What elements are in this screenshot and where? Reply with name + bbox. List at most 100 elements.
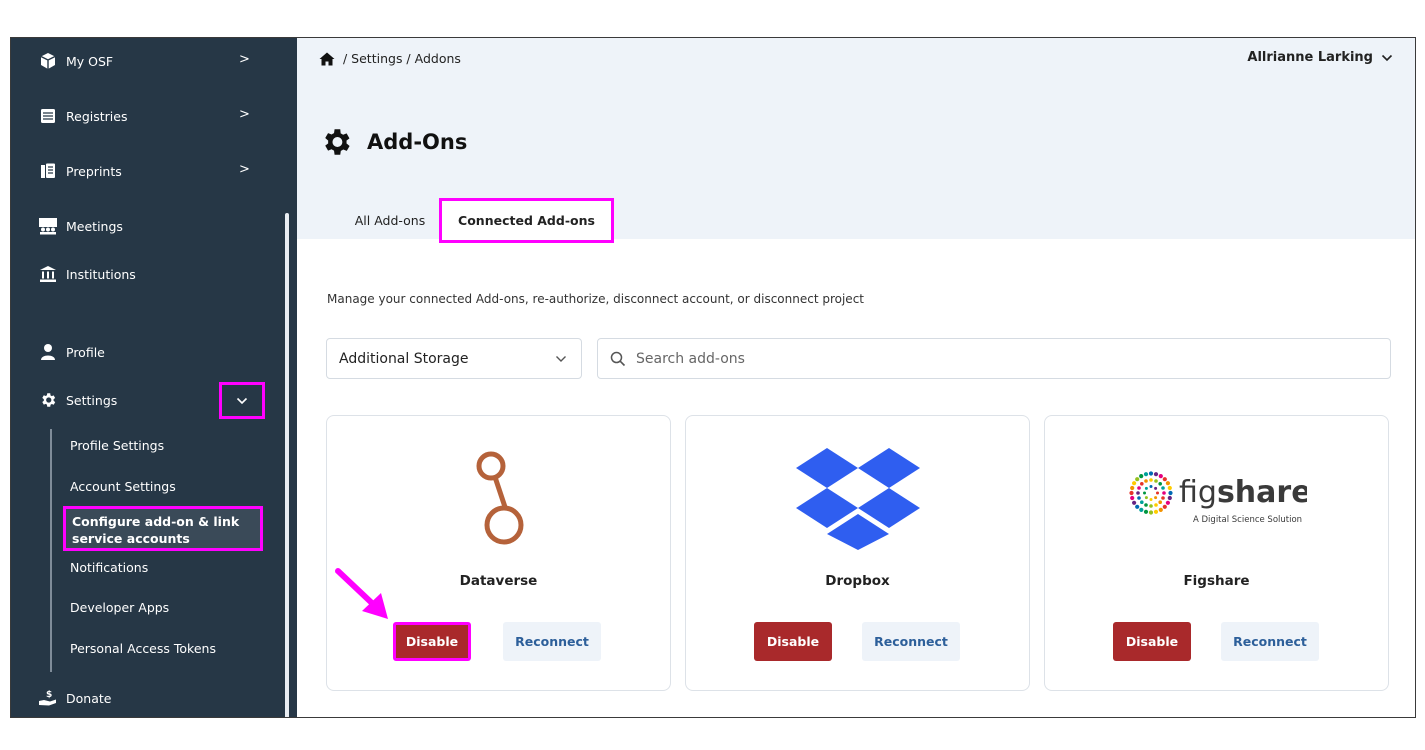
- reconnect-button[interactable]: Reconnect: [503, 622, 601, 661]
- sidebar-subitem-profile-settings[interactable]: Profile Settings: [70, 438, 164, 453]
- figshare-logo-dot: [1143, 479, 1148, 483]
- donate-icon: $: [38, 689, 58, 707]
- sidebar: My OSF > Registries > Preprints > Meetin…: [11, 38, 297, 717]
- figshare-logo-dot: [1131, 481, 1136, 486]
- figshare-logo-dot: [1136, 486, 1141, 490]
- figshare-logo-dot: [1162, 477, 1167, 482]
- dropbox-logo: [686, 442, 1029, 552]
- chevron-right-icon[interactable]: >: [239, 52, 250, 67]
- figshare-logo-dot: [1157, 500, 1162, 504]
- figshare-logo-dot: [1134, 504, 1139, 509]
- user-menu[interactable]: Allrianne Larking: [1247, 50, 1393, 65]
- registries-icon: [38, 107, 58, 125]
- sidebar-item-label: Registries: [66, 108, 128, 124]
- figshare-logo-dot: [1144, 486, 1148, 490]
- sidebar-item-label: Preprints: [66, 163, 122, 179]
- figshare-logo-dot: [1153, 479, 1158, 483]
- sidebar-subitem-developer-apps[interactable]: Developer Apps: [70, 600, 169, 615]
- chevron-down-icon: [236, 397, 248, 404]
- sidebar-scrollbar[interactable]: [285, 213, 289, 717]
- reconnect-button[interactable]: Reconnect: [862, 622, 960, 661]
- figshare-logo-text: figshare: [1179, 475, 1307, 510]
- figshare-logo-dot: [1165, 500, 1170, 505]
- figshare-logo-dot: [1148, 471, 1153, 476]
- addon-card-dropbox: Dropbox Disable Reconnect: [685, 415, 1030, 691]
- figshare-logo-dot: [1148, 504, 1153, 508]
- sidebar-item-label: Profile: [66, 344, 105, 360]
- disable-button[interactable]: Disable: [1113, 622, 1191, 661]
- figshare-logo-dot: [1153, 503, 1158, 507]
- sidebar-subitem-configure-addons[interactable]: Configure add-on & link service accounts: [63, 506, 263, 551]
- figshare-logo-dot: [1160, 486, 1165, 490]
- sidebar-item-preprints[interactable]: Preprints: [38, 160, 122, 182]
- sidebar-subitem-notifications[interactable]: Notifications: [70, 560, 148, 575]
- page-title-text: Add-Ons: [367, 130, 468, 154]
- figshare-logo-dot: [1143, 472, 1148, 477]
- addon-card-figshare: figshare A Digital Science Solution Figs…: [1044, 415, 1389, 691]
- category-filter-select[interactable]: Additional Storage: [326, 338, 582, 379]
- figshare-logo-dot: [1167, 495, 1172, 501]
- sidebar-item-label: Donate: [66, 690, 112, 706]
- home-icon[interactable]: [319, 52, 335, 66]
- annotation-arrow-icon: [335, 568, 388, 619]
- preprints-icon: [38, 162, 58, 180]
- sidebar-item-donate[interactable]: $ Donate: [38, 687, 111, 709]
- figshare-logo-dot: [1143, 509, 1148, 514]
- chevron-right-icon[interactable]: >: [239, 162, 250, 177]
- tab-connected-addons[interactable]: Connected Add-ons: [439, 198, 614, 243]
- sidebar-item-profile[interactable]: Profile: [38, 341, 105, 363]
- figshare-logo-dot: [1134, 477, 1139, 482]
- figshare-logo-dot: [1165, 481, 1170, 486]
- meetings-icon: [38, 217, 58, 235]
- figshare-logo-dot: [1148, 478, 1153, 482]
- institution-icon: [38, 265, 58, 283]
- figshare-logo-dot: [1138, 507, 1143, 512]
- figshare-logo-dot: [1139, 482, 1144, 486]
- svg-text:$: $: [46, 690, 52, 700]
- sidebar-item-registries[interactable]: Registries: [38, 105, 127, 127]
- figshare-logo-dot: [1157, 482, 1162, 486]
- addon-card-dataverse: Dataverse Disable Reconnect: [326, 415, 671, 691]
- sidebar-item-label: My OSF: [66, 53, 114, 69]
- figshare-logo-dot: [1155, 491, 1159, 495]
- sidebar-item-my-osf[interactable]: My OSF: [38, 50, 113, 72]
- user-icon: [38, 343, 58, 361]
- dataverse-logo: [327, 442, 670, 552]
- figshare-logo-dot: [1149, 485, 1152, 488]
- figshare-logo-dot: [1138, 474, 1143, 479]
- search-icon: [610, 351, 626, 366]
- figshare-logo-dot: [1143, 503, 1148, 507]
- figshare-logo-dot: [1142, 491, 1146, 495]
- chevron-right-icon[interactable]: >: [239, 107, 250, 122]
- figshare-logo-dot: [1136, 496, 1141, 500]
- sidebar-subitem-account-settings[interactable]: Account Settings: [70, 479, 176, 494]
- figshare-logo-dot: [1160, 496, 1165, 500]
- sidebar-item-label: Meetings: [66, 218, 123, 234]
- figshare-logo-dot: [1158, 474, 1163, 479]
- addon-name: Dropbox: [825, 573, 890, 589]
- disable-button[interactable]: Disable: [393, 622, 471, 661]
- figshare-logo-dot: [1128, 490, 1134, 496]
- sidebar-item-institutions[interactable]: Institutions: [38, 263, 136, 285]
- disable-button[interactable]: Disable: [754, 622, 832, 661]
- page-title: Add-Ons: [319, 125, 467, 159]
- main-content: / Settings / Addons Allrianne Larking Ad…: [297, 38, 1415, 717]
- figshare-logo-dot: [1153, 486, 1157, 490]
- sidebar-subitem-personal-access-tokens[interactable]: Personal Access Tokens: [70, 641, 216, 656]
- addon-name: Figshare: [1183, 573, 1250, 589]
- reconnect-button[interactable]: Reconnect: [1221, 622, 1319, 661]
- user-name: Allrianne Larking: [1247, 50, 1373, 65]
- sidebar-item-settings[interactable]: Settings: [38, 389, 117, 411]
- sidebar-item-meetings[interactable]: Meetings: [38, 215, 123, 237]
- search-input[interactable]: Search add-ons: [597, 338, 1391, 379]
- figshare-logo: figshare A Digital Science Solution: [1045, 442, 1388, 552]
- submenu-divider: [50, 429, 52, 672]
- gear-icon: [325, 129, 350, 155]
- figshare-logo-dot: [1161, 491, 1166, 495]
- search-placeholder: Search add-ons: [636, 350, 745, 367]
- sidebar-item-label: Settings: [66, 392, 118, 408]
- figshare-tagline: A Digital Science Solution: [1193, 515, 1302, 525]
- settings-collapse-toggle[interactable]: [219, 382, 265, 419]
- tab-all-addons[interactable]: All Add-ons: [335, 200, 445, 240]
- breadcrumb-path[interactable]: / Settings / Addons: [343, 51, 461, 66]
